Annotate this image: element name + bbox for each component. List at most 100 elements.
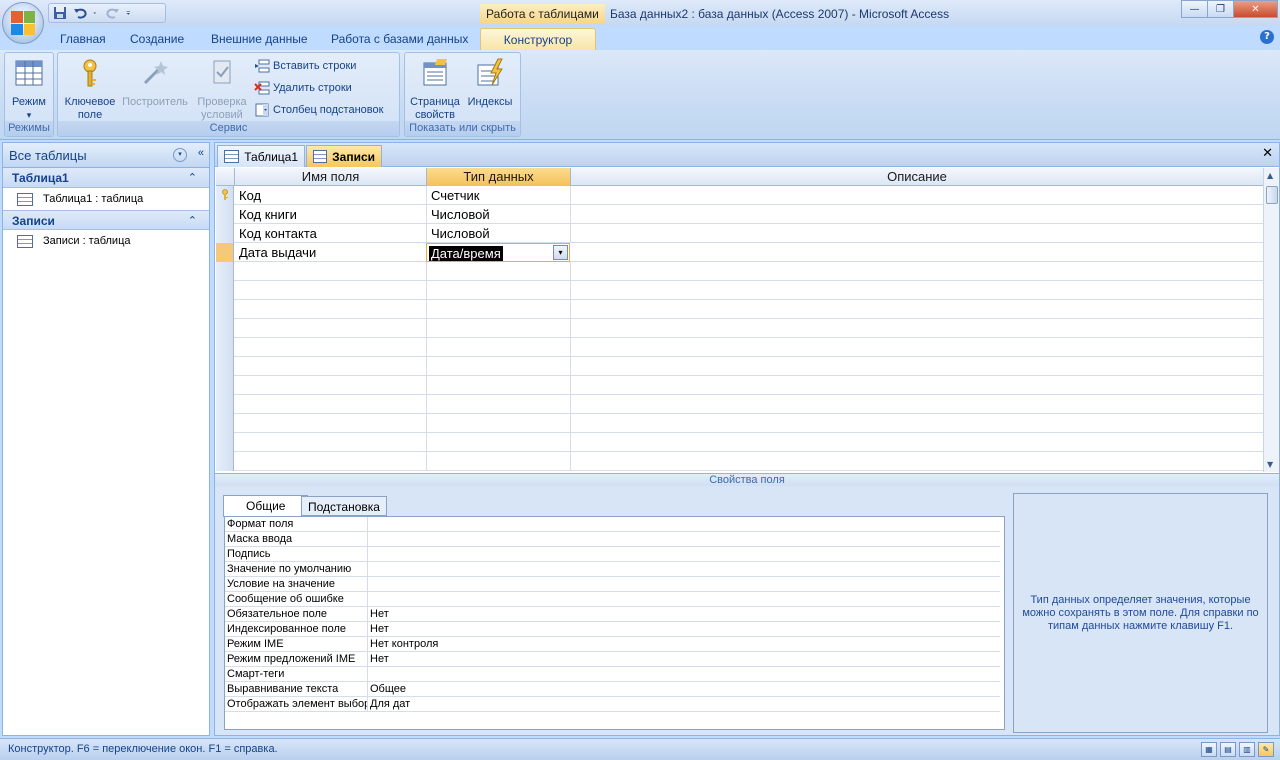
insert-rows-button[interactable]: Вставить строки bbox=[254, 57, 356, 75]
row-selector[interactable] bbox=[216, 357, 234, 376]
field-name-cell[interactable]: Дата выдачи bbox=[235, 243, 427, 262]
property-row[interactable]: Подпись bbox=[225, 547, 1000, 562]
row-selector[interactable] bbox=[216, 414, 234, 433]
property-row[interactable]: Значение по умолчанию bbox=[225, 562, 1000, 577]
tab-lookup[interactable]: Подстановка bbox=[301, 496, 387, 516]
data-type-cell[interactable] bbox=[427, 395, 571, 414]
data-type-cell[interactable]: Числовой bbox=[427, 205, 571, 224]
property-value[interactable]: Нет bbox=[370, 622, 389, 637]
row-selector[interactable] bbox=[216, 262, 234, 281]
data-type-combo[interactable]: Дата/время ▾ bbox=[426, 243, 570, 262]
scroll-down-icon[interactable]: ▼ bbox=[1267, 460, 1273, 469]
save-icon[interactable] bbox=[53, 6, 67, 20]
property-row[interactable]: Формат поля bbox=[225, 517, 1000, 532]
field-name-cell[interactable] bbox=[235, 433, 427, 452]
maximize-button[interactable]: ❐ bbox=[1207, 0, 1234, 18]
customize-toolbar-icon[interactable] bbox=[126, 6, 134, 20]
minimize-button[interactable]: — bbox=[1181, 0, 1208, 18]
field-name-cell[interactable] bbox=[235, 395, 427, 414]
tab-general[interactable]: Общие bbox=[223, 495, 309, 517]
property-value[interactable]: Нет bbox=[370, 607, 389, 622]
field-name-cell[interactable] bbox=[235, 281, 427, 300]
close-button[interactable]: ✕ bbox=[1233, 0, 1278, 18]
empty-row[interactable] bbox=[216, 338, 1264, 357]
nav-item-table1[interactable]: Таблица1 : таблица bbox=[3, 188, 209, 210]
empty-row[interactable] bbox=[216, 414, 1264, 433]
tab-design[interactable]: Конструктор bbox=[480, 28, 596, 50]
doc-tab-records[interactable]: Записи bbox=[306, 145, 382, 167]
property-value[interactable]: Нет контроля bbox=[370, 637, 438, 652]
tab-external-data[interactable]: Внешние данные bbox=[205, 28, 314, 50]
office-button[interactable] bbox=[2, 2, 44, 44]
design-view-icon[interactable]: ✎ bbox=[1258, 742, 1274, 757]
header-data-type[interactable]: Тип данных bbox=[427, 168, 571, 186]
doc-tab-table1[interactable]: Таблица1 bbox=[217, 145, 305, 167]
data-type-cell[interactable] bbox=[427, 376, 571, 395]
header-field-name[interactable]: Имя поля bbox=[235, 168, 427, 186]
row-selector[interactable] bbox=[216, 452, 234, 471]
header-description[interactable]: Описание bbox=[571, 168, 1264, 186]
property-sheet-button[interactable]: Страница свойств bbox=[407, 55, 463, 122]
mode-button[interactable]: Режим ▾ bbox=[7, 55, 51, 122]
validation-rules-button[interactable]: Проверка условий bbox=[192, 55, 252, 122]
field-name-cell[interactable]: Код bbox=[235, 186, 427, 205]
collapse-group-icon[interactable]: ⌃ bbox=[188, 168, 197, 188]
select-all-corner[interactable] bbox=[216, 168, 235, 186]
data-type-cell[interactable] bbox=[427, 281, 571, 300]
row-selector[interactable] bbox=[216, 319, 234, 338]
row-selector[interactable] bbox=[216, 300, 234, 319]
property-value[interactable]: Для дат bbox=[370, 697, 410, 712]
field-name-cell[interactable] bbox=[235, 319, 427, 338]
field-name-cell[interactable]: Код книги bbox=[235, 205, 427, 224]
data-type-cell[interactable]: Счетчик bbox=[427, 186, 571, 205]
nav-group-records[interactable]: Записи ⌃ bbox=[3, 210, 209, 230]
data-type-cell[interactable] bbox=[427, 357, 571, 376]
property-row[interactable]: Индексированное поле Нет bbox=[225, 622, 1000, 637]
lookup-column-button[interactable]: Столбец подстановок bbox=[254, 101, 383, 119]
vertical-scrollbar[interactable]: ▲ ▼ bbox=[1263, 168, 1279, 472]
property-value[interactable]: Нет bbox=[370, 652, 389, 667]
property-row[interactable]: Смарт-теги bbox=[225, 667, 1000, 682]
primary-key-button[interactable]: Ключевое поле bbox=[60, 55, 120, 122]
table-row[interactable]: Код книги Числовой bbox=[216, 205, 1264, 224]
nav-collapse-icon[interactable]: « bbox=[198, 147, 204, 159]
description-cell[interactable] bbox=[571, 205, 1264, 224]
redo-icon[interactable] bbox=[106, 6, 120, 20]
property-row[interactable]: Режим предложений IME Нет bbox=[225, 652, 1000, 667]
undo-icon[interactable] bbox=[73, 6, 87, 20]
nav-group-table1[interactable]: Таблица1 ⌃ bbox=[3, 168, 209, 188]
chevron-down-icon[interactable]: ▾ bbox=[553, 245, 568, 260]
data-type-cell[interactable]: Числовой bbox=[427, 224, 571, 243]
tab-home[interactable]: Главная bbox=[54, 28, 112, 50]
property-row[interactable]: Выравнивание текста Общее bbox=[225, 682, 1000, 697]
empty-row[interactable] bbox=[216, 262, 1264, 281]
row-selector[interactable] bbox=[216, 281, 234, 300]
delete-rows-button[interactable]: Удалить строки bbox=[254, 79, 352, 97]
data-type-cell[interactable] bbox=[427, 300, 571, 319]
indexes-button[interactable]: Индексы bbox=[465, 55, 515, 109]
description-cell[interactable] bbox=[571, 224, 1264, 243]
description-cell[interactable] bbox=[571, 186, 1264, 205]
pivot-table-view-icon[interactable]: ▤ bbox=[1220, 742, 1236, 757]
empty-row[interactable] bbox=[216, 319, 1264, 338]
help-icon[interactable]: ? bbox=[1260, 30, 1274, 44]
field-name-cell[interactable] bbox=[235, 452, 427, 471]
nav-item-records[interactable]: Записи : таблица bbox=[3, 230, 209, 252]
builder-button[interactable]: Построитель bbox=[120, 55, 190, 109]
nav-menu-dropdown-icon[interactable]: ▾ bbox=[173, 148, 187, 162]
field-name-cell[interactable]: Код контакта bbox=[235, 224, 427, 243]
empty-row[interactable] bbox=[216, 433, 1264, 452]
property-value[interactable]: Общее bbox=[370, 682, 406, 697]
field-name-cell[interactable] bbox=[235, 414, 427, 433]
tab-database-tools[interactable]: Работа с базами данных bbox=[325, 28, 474, 50]
description-cell[interactable] bbox=[571, 243, 1264, 262]
close-document-icon[interactable]: ✕ bbox=[1262, 146, 1273, 161]
property-row[interactable]: Условие на значение bbox=[225, 577, 1000, 592]
field-name-cell[interactable] bbox=[235, 376, 427, 395]
data-type-cell[interactable] bbox=[427, 452, 571, 471]
scroll-up-icon[interactable]: ▲ bbox=[1267, 171, 1273, 180]
empty-row[interactable] bbox=[216, 300, 1264, 319]
row-selector[interactable] bbox=[216, 224, 234, 243]
empty-row[interactable] bbox=[216, 357, 1264, 376]
property-row[interactable]: Обязательное поле Нет bbox=[225, 607, 1000, 622]
